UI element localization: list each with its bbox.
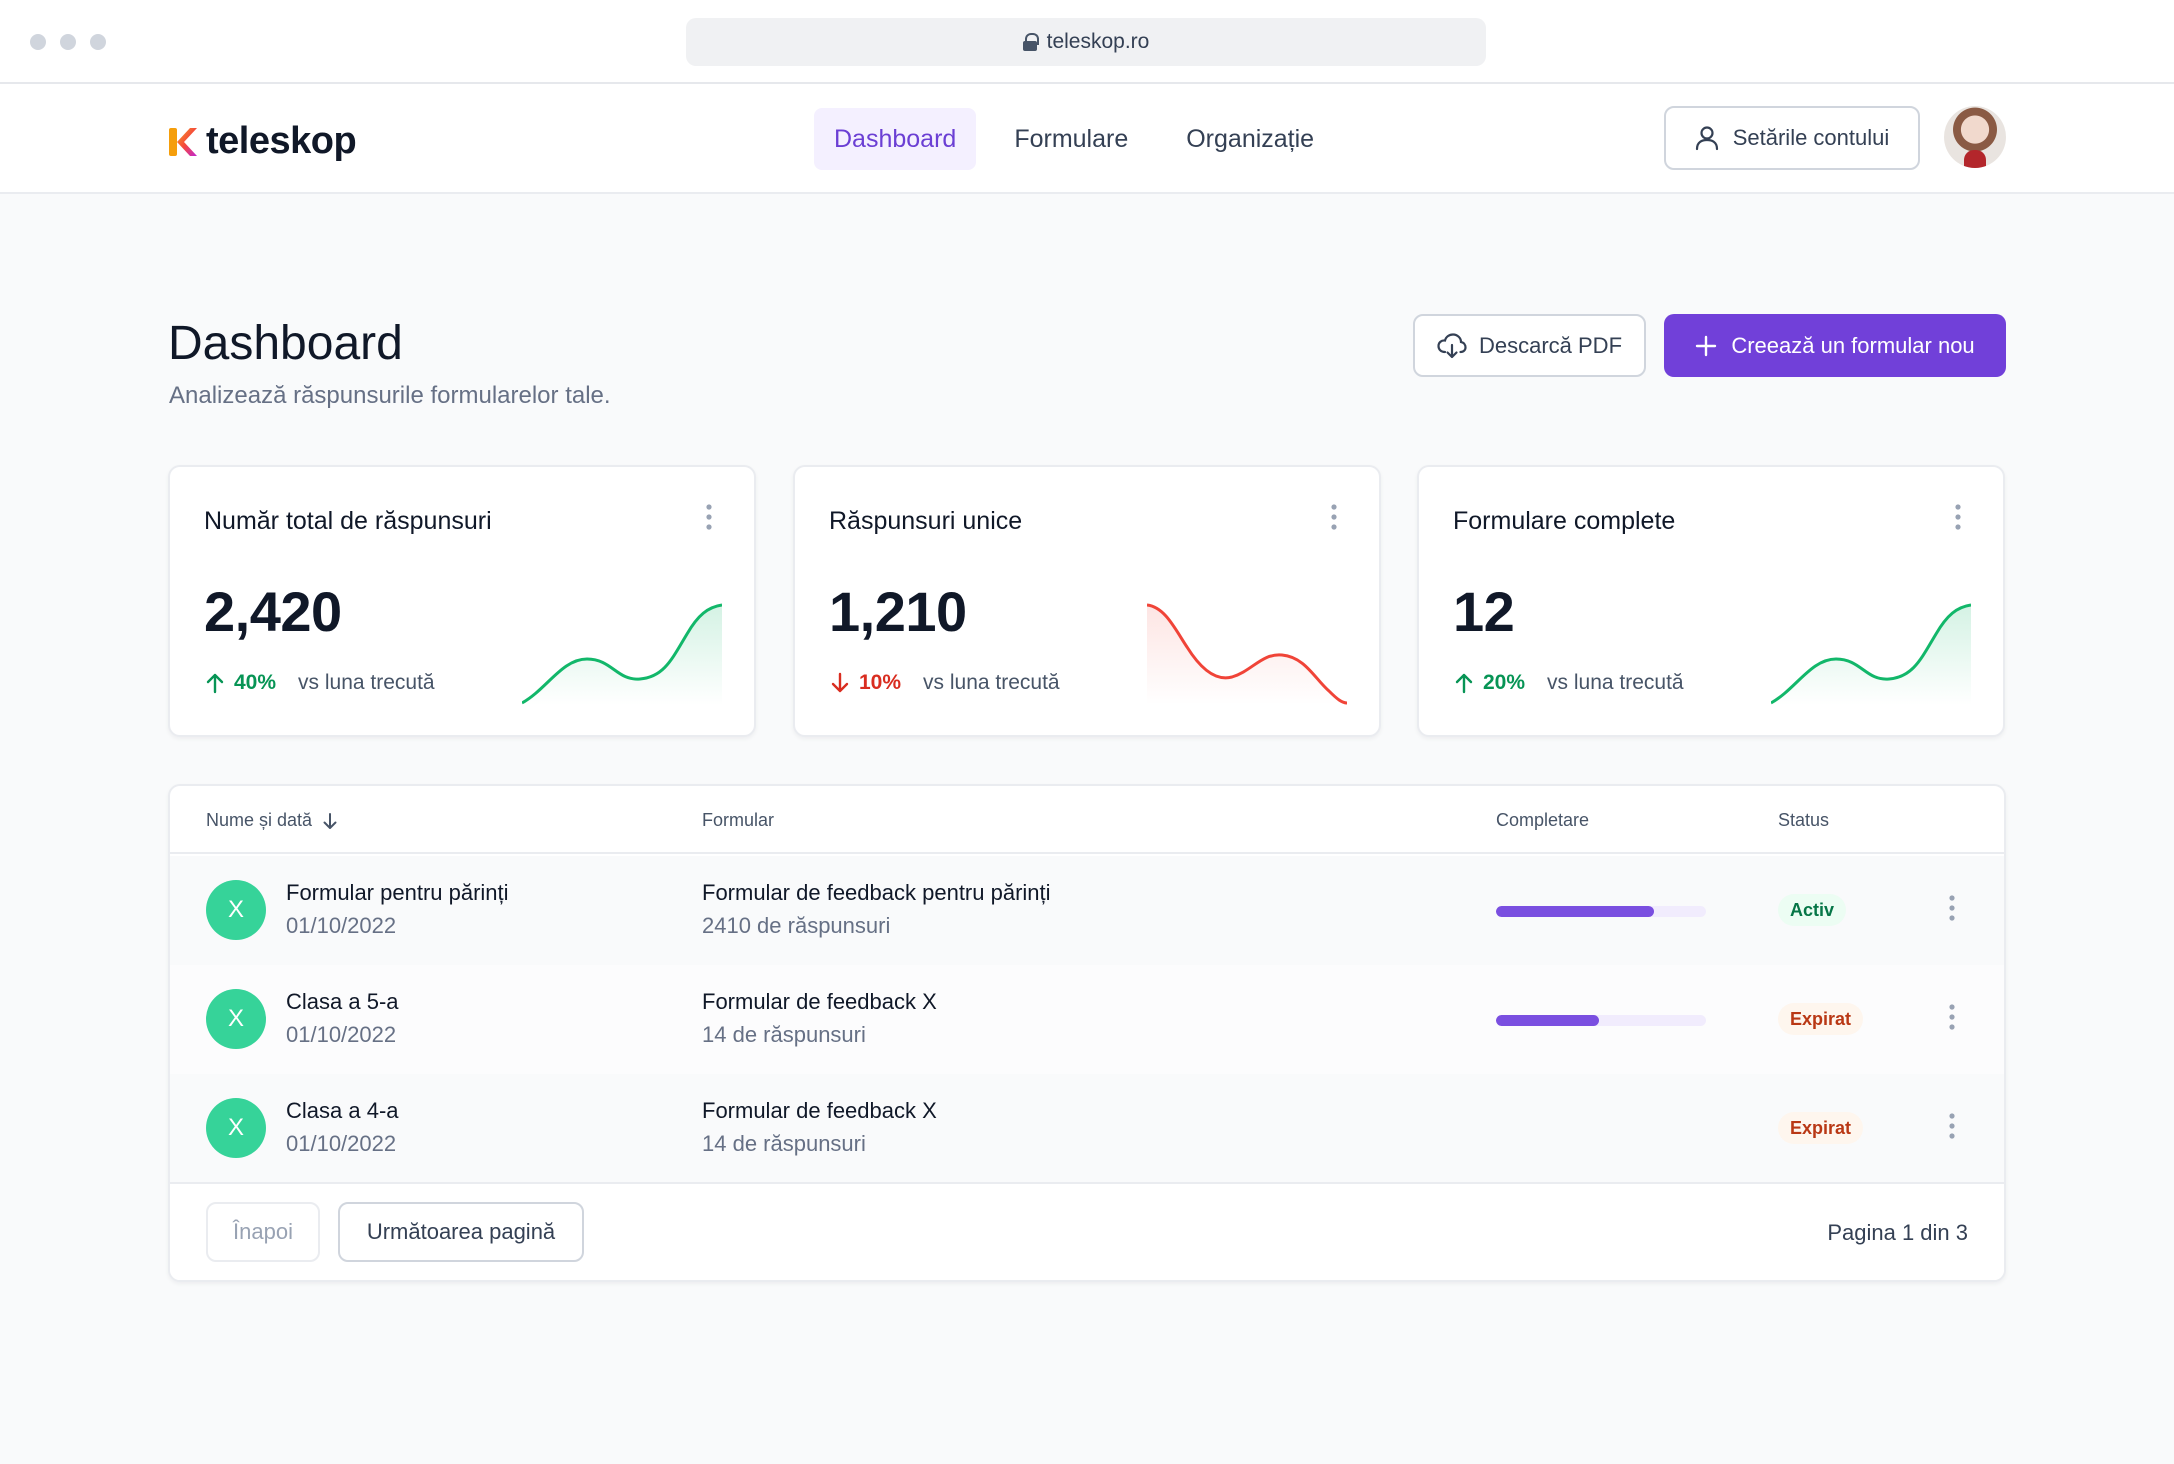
- nav-item-formulare[interactable]: Formulare: [994, 108, 1148, 170]
- address-url: teleskop.ro: [1046, 30, 1150, 53]
- stat-card-title: Formulare complete: [1453, 507, 1676, 535]
- row-form-name: Formular de feedback X: [702, 1098, 937, 1123]
- address-bar[interactable]: teleskop.ro: [686, 18, 1486, 66]
- arrow-down-icon: [831, 672, 849, 693]
- previous-page-button[interactable]: Înapoi: [206, 1202, 320, 1262]
- stat-card-complete-forms: Formulare complete 12 20% vs luna trecut…: [1417, 465, 2005, 737]
- row-date: 01/10/2022: [286, 1022, 397, 1047]
- arrow-up-icon: [1455, 673, 1473, 694]
- row-form-name: Formular de feedback pentru părinți: [702, 880, 1051, 905]
- cloud-download-icon: [1437, 332, 1467, 358]
- more-vertical-icon[interactable]: [1949, 1112, 1955, 1140]
- row-response-count: 14 de răspunsuri: [702, 1131, 866, 1156]
- row-name: Clasa a 5-a: [286, 989, 399, 1014]
- download-pdf-button[interactable]: Descarcă PDF: [1413, 314, 1646, 377]
- stat-card-trend: 40% vs luna trecută: [204, 671, 435, 695]
- nav-item-dashboard[interactable]: Dashboard: [814, 108, 977, 170]
- status-badge: Activ: [1778, 894, 1847, 926]
- account-settings-label: Setările contului: [1732, 125, 1890, 150]
- column-header-label: Nume și dată: [206, 810, 313, 830]
- page-subtitle: Analizează răspunsurile formularelor tal…: [169, 382, 611, 409]
- stat-card-title: Răspunsuri unice: [829, 507, 1023, 535]
- arrow-up-icon: [206, 673, 224, 694]
- table-pagination: Înapoi Următoarea pagină Pagina 1 din 3: [170, 1182, 2004, 1280]
- next-page-button[interactable]: Următoarea pagină: [338, 1202, 584, 1262]
- completion-progress-fill: [1496, 906, 1654, 917]
- stat-card-change: 10%: [859, 671, 902, 694]
- user-icon: [1695, 126, 1718, 151]
- stat-card-change: 20%: [1483, 671, 1526, 694]
- brand-logo[interactable]: teleskop: [168, 120, 357, 163]
- table-row[interactable]: X Clasa a 5-a 01/10/2022 Formular de fee…: [170, 965, 2004, 1074]
- more-vertical-icon[interactable]: [706, 503, 712, 531]
- stat-card-unique-responses: Răspunsuri unice 1,210 10% vs luna trecu…: [793, 465, 1381, 737]
- stat-card-trend: 10% vs luna trecută: [829, 671, 1060, 695]
- plus-icon: [1696, 335, 1717, 356]
- column-header-form: Formular: [702, 810, 775, 830]
- row-avatar: X: [206, 1098, 266, 1158]
- row-form-name: Formular de feedback X: [702, 989, 937, 1014]
- stat-card-trend: 20% vs luna trecută: [1453, 671, 1684, 695]
- nav-item-organizatie[interactable]: Organizație: [1166, 108, 1334, 170]
- main-nav: Dashboard Formulare Organizație: [814, 108, 1334, 170]
- row-avatar: X: [206, 989, 266, 1049]
- page-title: Dashboard: [168, 317, 403, 370]
- completion-progress-bar: [1496, 906, 1706, 917]
- lock-icon: [1022, 33, 1039, 51]
- window-maximize-dot[interactable]: [90, 34, 106, 50]
- table-row[interactable]: X Formular pentru părinți 01/10/2022 For…: [170, 856, 2004, 965]
- download-pdf-label: Descarcă PDF: [1478, 332, 1623, 358]
- completion-progress-bar: [1496, 1015, 1706, 1026]
- column-header-completion: Completare: [1496, 810, 1590, 830]
- account-settings-button[interactable]: Setările contului: [1664, 106, 1920, 170]
- row-date: 01/10/2022: [286, 1131, 397, 1156]
- window-controls: [30, 34, 106, 50]
- forms-table: Nume și dată Formular Completare Status …: [168, 784, 2006, 1282]
- table-header: Nume și dată Formular Completare Status: [170, 786, 2004, 854]
- window-close-dot[interactable]: [30, 34, 46, 50]
- stat-card-change: 40%: [234, 671, 277, 694]
- teleskop-logo-icon: [169, 127, 197, 156]
- user-avatar[interactable]: [1944, 106, 2006, 168]
- more-vertical-icon[interactable]: [1955, 503, 1961, 531]
- stat-card-title: Număr total de răspunsuri: [204, 507, 492, 535]
- create-form-button[interactable]: Creează un formular nou: [1664, 314, 2006, 377]
- stat-card-value: 1,210: [829, 580, 967, 643]
- status-badge: Expirat: [1778, 1003, 1864, 1035]
- sort-arrow-down-icon: [323, 812, 337, 829]
- stat-card-compare: vs luna trecută: [923, 671, 1060, 694]
- row-response-count: 2410 de răspunsuri: [702, 913, 891, 938]
- stat-card-compare: vs luna trecută: [1547, 671, 1684, 694]
- table-row[interactable]: X Clasa a 4-a 01/10/2022 Formular de fee…: [170, 1074, 2004, 1183]
- status-badge: Expirat: [1778, 1112, 1864, 1144]
- column-header-status: Status: [1778, 810, 1830, 830]
- sparkline-chart: [1771, 603, 1971, 705]
- stat-card-value: 2,420: [204, 580, 342, 643]
- completion-progress-fill: [1496, 1015, 1599, 1026]
- create-form-label: Creează un formular nou: [1731, 332, 1975, 358]
- sparkline-chart: [1147, 603, 1347, 705]
- row-name: Formular pentru părinți: [286, 880, 509, 905]
- row-name: Clasa a 4-a: [286, 1098, 399, 1123]
- more-vertical-icon[interactable]: [1949, 1003, 1955, 1031]
- more-vertical-icon[interactable]: [1949, 894, 1955, 922]
- row-response-count: 14 de răspunsuri: [702, 1022, 866, 1047]
- sparkline-chart: [522, 603, 722, 705]
- column-header-name-date[interactable]: Nume și dată: [206, 810, 338, 831]
- brand-name: teleskop: [206, 120, 357, 162]
- stat-card-compare: vs luna trecută: [298, 671, 435, 694]
- stat-card-value: 12: [1453, 580, 1515, 643]
- more-vertical-icon[interactable]: [1331, 503, 1337, 531]
- stat-card-total-responses: Număr total de răspunsuri 2,420 40% vs l…: [168, 465, 756, 737]
- row-avatar: X: [206, 880, 266, 940]
- browser-chrome: teleskop.ro: [0, 0, 2174, 84]
- window-minimize-dot[interactable]: [60, 34, 76, 50]
- page-indicator: Pagina 1 din 3: [1827, 1220, 1968, 1245]
- row-date: 01/10/2022: [286, 913, 397, 938]
- top-navigation: teleskop Dashboard Formulare Organizație…: [0, 84, 2174, 194]
